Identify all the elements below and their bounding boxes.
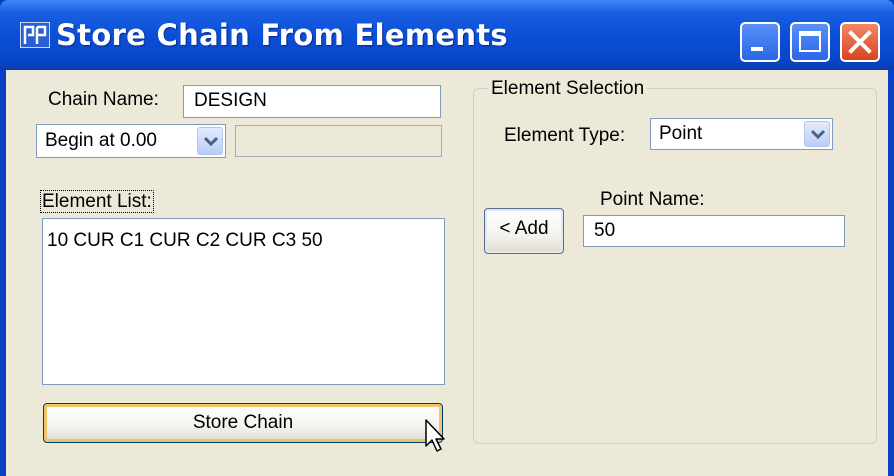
add-button-label: < Add (499, 218, 549, 239)
begin-at-value: Begin at 0.00 (45, 130, 157, 151)
begin-at-select[interactable]: Begin at 0.00 (36, 124, 226, 158)
element-list-box[interactable]: 10 CUR C1 CUR C2 CUR C3 50 (42, 218, 445, 385)
close-icon (848, 30, 872, 54)
element-type-dropdown-button[interactable] (804, 121, 830, 147)
app-icon (20, 22, 50, 48)
add-button[interactable]: < Add (484, 208, 564, 254)
close-button[interactable] (840, 22, 880, 62)
element-type-value: Point (659, 123, 703, 144)
element-type-select[interactable]: Point (650, 118, 833, 150)
window-title: Store Chain From Elements (56, 18, 508, 52)
begin-at-dropdown-button[interactable] (197, 127, 223, 155)
element-list-item[interactable]: 10 CUR C1 CUR C2 CUR C3 50 (47, 230, 440, 252)
chevron-down-icon (811, 129, 825, 140)
chevron-down-icon (204, 136, 218, 147)
store-chain-button[interactable]: Store Chain (43, 403, 443, 443)
title-bar[interactable]: Store Chain From Elements (0, 0, 894, 70)
begin-at-station-input (235, 125, 442, 157)
chain-name-label: Chain Name: (48, 89, 159, 110)
dialog-window: Store Chain From Elements Chain Name: DE… (0, 0, 894, 476)
minimize-icon (751, 47, 763, 51)
point-name-label: Point Name: (600, 189, 705, 210)
element-type-label: Element Type: (504, 125, 626, 146)
element-selection-title: Element Selection (488, 78, 648, 100)
store-chain-button-label: Store Chain (192, 412, 294, 433)
mouse-cursor-icon (425, 419, 445, 452)
element-list-label: Element List: (40, 190, 154, 213)
maximize-icon (799, 31, 821, 52)
point-name-input[interactable]: 50 (583, 215, 845, 247)
maximize-button[interactable] (790, 22, 830, 62)
minimize-button[interactable] (740, 22, 780, 62)
dialog-client-area: Chain Name: DESIGN Begin at 0.00 Element… (6, 70, 888, 476)
chain-name-input[interactable]: DESIGN (183, 85, 441, 118)
